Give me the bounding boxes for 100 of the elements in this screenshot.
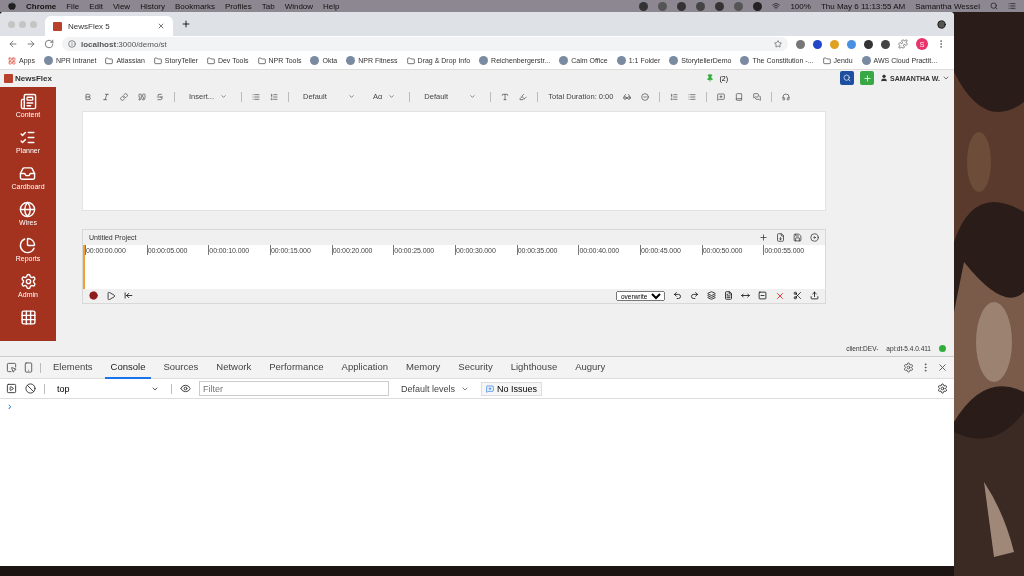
numbered-list-icon[interactable] — [270, 92, 278, 101]
devtools-tab[interactable]: Application — [335, 356, 395, 379]
file-icon[interactable] — [776, 232, 785, 242]
devtools-tab[interactable]: Performance — [263, 356, 330, 379]
delete-icon[interactable] — [775, 290, 785, 301]
devtools-tab[interactable]: Console — [104, 356, 152, 379]
forward-icon[interactable] — [26, 39, 36, 49]
wifi-icon[interactable] — [772, 2, 781, 10]
site-icon — [346, 56, 356, 65]
window-close-dot[interactable] — [8, 20, 15, 28]
menu-item[interactable]: View — [112, 1, 131, 11]
devtools-tab[interactable]: Sources — [157, 356, 205, 379]
upload-icon[interactable] — [810, 291, 819, 301]
globe-icon[interactable] — [19, 200, 37, 218]
devtools-tab[interactable]: Augury — [569, 356, 612, 379]
clear-icon[interactable] — [25, 383, 36, 394]
caret-icon — [388, 93, 396, 101]
italic-icon[interactable] — [102, 92, 110, 101]
folder-icon — [406, 56, 415, 65]
window-minimize-dot[interactable] — [19, 20, 26, 28]
caret-icon — [348, 93, 355, 101]
bullet-list-icon[interactable] — [252, 92, 260, 101]
issues-button[interactable]: No Issues — [481, 381, 543, 396]
menu-item[interactable]: History — [140, 1, 165, 11]
filter-field[interactable]: Filter — [199, 381, 389, 396]
link-icon[interactable] — [120, 92, 128, 101]
menu-item[interactable]: Profiles — [225, 1, 252, 11]
star-icon[interactable] — [774, 40, 782, 48]
redo-icon[interactable] — [690, 291, 699, 301]
minus-icon[interactable] — [758, 291, 767, 301]
menu-item[interactable]: File — [66, 1, 80, 11]
minus-circle-icon[interactable] — [641, 92, 650, 101]
add-icon[interactable] — [759, 232, 768, 242]
devtools-tab[interactable]: Elements — [47, 356, 99, 379]
settings-icon[interactable] — [937, 383, 948, 394]
gears-icon[interactable] — [19, 272, 37, 290]
disc-icon[interactable] — [810, 232, 819, 242]
devtools-tab[interactable]: Memory — [400, 356, 447, 379]
apple-icon[interactable] — [8, 2, 16, 10]
menu-item[interactable]: Bookmarks — [175, 1, 216, 11]
settings-icon[interactable] — [903, 362, 914, 373]
devtools-tab[interactable]: Network — [210, 356, 258, 379]
console-prompt[interactable]: › — [0, 399, 954, 414]
window-zoom-dot[interactable] — [30, 20, 37, 28]
search-button[interactable] — [840, 71, 855, 86]
menu-item[interactable]: Help — [323, 1, 340, 11]
back-icon[interactable] — [8, 39, 18, 49]
user-name[interactable]: Samantha Wessel — [915, 1, 980, 11]
scissors-icon[interactable] — [793, 291, 802, 301]
newspaper-icon[interactable] — [19, 92, 37, 110]
devtools-tab[interactable]: Security — [452, 356, 499, 379]
align-icon[interactable] — [688, 92, 697, 101]
strikethrough-icon[interactable] — [156, 92, 164, 101]
layers-icon[interactable] — [707, 291, 716, 301]
search-icon[interactable] — [990, 2, 998, 10]
url-text: localhost:3000/demo/st — [81, 39, 168, 49]
comment-icon[interactable] — [717, 92, 726, 101]
quote-icon[interactable] — [138, 92, 146, 101]
skip-start-icon[interactable] — [124, 291, 133, 301]
undo-icon[interactable] — [673, 291, 682, 301]
add-button[interactable] — [860, 71, 875, 86]
stretch-icon[interactable] — [741, 291, 750, 301]
context-select[interactable]: top — [53, 383, 163, 394]
device-icon[interactable] — [23, 362, 34, 373]
address-field[interactable]: localhost:3000/demo/st — [62, 37, 788, 51]
eye-icon[interactable] — [180, 383, 191, 394]
levels-dropdown[interactable]: Default levels — [397, 383, 474, 394]
site-icon — [479, 56, 489, 65]
save-icon[interactable] — [793, 232, 802, 242]
menu-item[interactable]: Chrome — [26, 1, 57, 11]
chat-icon[interactable] — [753, 92, 762, 101]
menu-item[interactable]: Tab — [261, 1, 275, 11]
reload-icon[interactable] — [44, 39, 54, 49]
puzzle-icon[interactable] — [898, 39, 908, 49]
play-icon[interactable] — [106, 290, 116, 301]
close-icon[interactable] — [157, 22, 165, 30]
file-icon[interactable] — [724, 291, 733, 301]
line-spacing-icon[interactable] — [670, 92, 679, 101]
devtools-tab[interactable]: Lighthouse — [504, 356, 564, 379]
pie-chart-icon[interactable] — [19, 236, 37, 254]
app-logo[interactable]: NewsFlex — [15, 73, 52, 83]
list-icon[interactable] — [1008, 2, 1016, 10]
sidebar-toggle-icon[interactable] — [6, 383, 17, 394]
menu-item[interactable]: Edit — [89, 1, 103, 11]
headphones-icon[interactable] — [782, 92, 791, 101]
menu-item[interactable]: Window — [284, 1, 314, 11]
new-tab-icon[interactable] — [181, 19, 191, 29]
bold-icon[interactable] — [84, 92, 92, 101]
browser-tab[interactable]: NewsFlex 5 — [45, 16, 173, 36]
pin-icon[interactable] — [705, 74, 714, 83]
text-color-icon[interactable] — [501, 92, 510, 101]
folder-icon — [105, 56, 114, 65]
grid-icon[interactable] — [19, 308, 37, 326]
close-icon[interactable] — [937, 362, 948, 373]
record-icon[interactable] — [89, 291, 98, 301]
inbox-icon[interactable] — [19, 164, 37, 182]
highlighter-icon[interactable] — [519, 92, 528, 101]
glasses-icon[interactable] — [623, 92, 632, 101]
inspect-icon[interactable] — [6, 362, 17, 373]
book-icon[interactable] — [735, 92, 744, 101]
